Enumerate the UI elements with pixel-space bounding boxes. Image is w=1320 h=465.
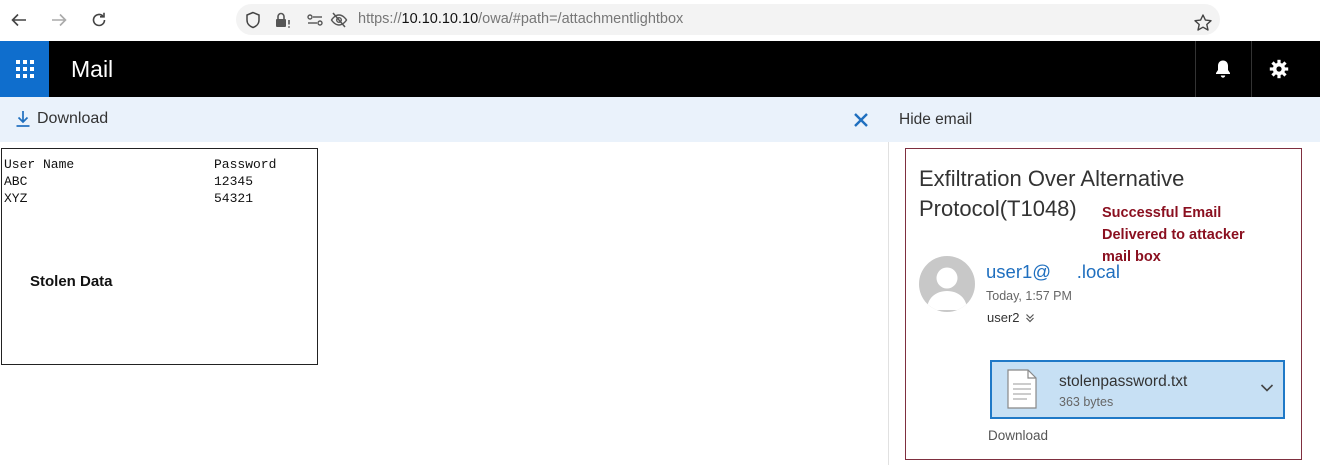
app-title: Mail — [71, 56, 114, 82]
sender-avatar[interactable] — [919, 256, 975, 312]
preview-row: ABC 12345 — [4, 174, 253, 189]
app-launcher-button[interactable] — [0, 41, 49, 97]
preview-row: XYZ 54321 — [4, 191, 253, 206]
attachment-preview: User Name Password ABC 12345 XYZ 54321 Stol… — [1, 148, 318, 365]
attachment-download-link[interactable]: Download — [988, 428, 1048, 443]
permissions-icon[interactable] — [306, 11, 324, 29]
bell-icon — [1216, 60, 1230, 78]
notifications-button[interactable] — [1195, 41, 1250, 97]
forward-button[interactable] — [45, 6, 73, 34]
sender-address[interactable]: user1@ .local — [986, 261, 1120, 283]
download-icon — [16, 111, 30, 127]
attachment-menu-button[interactable] — [1258, 379, 1276, 397]
arrow-left-icon — [11, 13, 26, 27]
shield-icon[interactable] — [244, 11, 262, 29]
address-bar[interactable]: https://10.10.10.10/owa/#path=/attachmen… — [236, 4, 1220, 35]
waffle-icon — [15, 60, 34, 78]
annotation-line: mail box — [1102, 249, 1161, 265]
url-text[interactable]: https://10.10.10.10/owa/#path=/attachmen… — [358, 11, 683, 27]
lock-warning-icon[interactable] — [274, 11, 292, 29]
recipient-line[interactable]: user2 — [987, 310, 1035, 325]
delivery-annotation: Successful Email Delivered to attacker m… — [1102, 202, 1292, 268]
stolen-data-annotation: Stolen Data — [30, 273, 113, 290]
expand-recipients-icon — [1025, 313, 1034, 322]
browser-toolbar: https://10.10.10.10/owa/#path=/attachmen… — [0, 0, 1320, 41]
close-preview-button[interactable] — [850, 109, 872, 131]
attachment-size: 363 bytes — [1059, 395, 1114, 409]
hide-email-button[interactable]: Hide email — [899, 111, 972, 129]
attachment-name: stolenpassword.txt — [1059, 373, 1188, 390]
close-icon — [854, 113, 868, 127]
preview-header-row: User Name Password — [4, 157, 276, 172]
cell-password: 12345 — [214, 174, 254, 189]
annotation-line: Successful Email — [1102, 205, 1222, 221]
attachment-toolbar: Download Hide email — [0, 97, 1320, 142]
attachment-card[interactable]: stolenpassword.txt 363 bytes — [990, 360, 1285, 419]
url-host: 10.10.10.10 — [401, 11, 479, 27]
gear-icon — [1269, 59, 1289, 79]
back-button[interactable] — [5, 6, 33, 34]
text-file-icon — [1007, 369, 1037, 409]
cell-username: XYZ — [4, 191, 28, 206]
pane-divider — [888, 142, 889, 465]
url-scheme: https:// — [358, 11, 402, 27]
email-reading-pane: Exfiltration Over Alternative Protocol(T… — [905, 148, 1302, 460]
tracking-off-icon[interactable] — [330, 11, 348, 29]
chevron-down-icon — [1260, 384, 1274, 392]
email-timestamp: Today, 1:57 PM — [986, 289, 1072, 303]
cell-username: ABC — [4, 174, 28, 189]
cell-password: 54321 — [214, 191, 254, 206]
settings-button[interactable] — [1251, 41, 1306, 97]
column-header-password: Password — [214, 157, 277, 172]
url-path: /owa/#path=/attachmentlightbox — [478, 11, 684, 27]
favorite-button[interactable] — [1192, 12, 1214, 34]
refresh-button[interactable] — [85, 6, 113, 34]
arrow-right-icon — [52, 13, 67, 27]
download-label: Download — [37, 110, 109, 127]
download-button[interactable]: Download — [15, 110, 108, 128]
column-header-username: User Name — [4, 157, 75, 172]
app-header: Mail — [0, 41, 1320, 97]
recipient-name: user2 — [987, 310, 1020, 325]
refresh-icon — [92, 12, 106, 27]
person-icon — [927, 267, 967, 310]
star-icon — [1194, 14, 1212, 31]
annotation-line: Delivered to attacker — [1102, 227, 1245, 243]
